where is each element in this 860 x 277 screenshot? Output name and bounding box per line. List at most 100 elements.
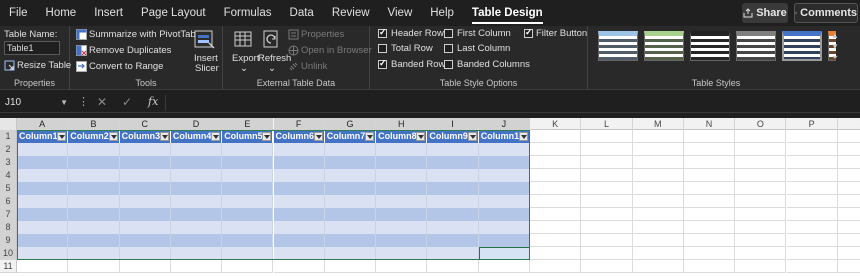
- cell[interactable]: [683, 156, 736, 169]
- table-cell[interactable]: [68, 221, 120, 234]
- cell[interactable]: [786, 156, 838, 169]
- cell[interactable]: [786, 169, 838, 182]
- cancel-icon[interactable]: ✕: [97, 95, 107, 109]
- table-cell[interactable]: [376, 143, 428, 156]
- table-name-input[interactable]: Table1: [4, 41, 60, 55]
- gallery-scroll[interactable]: ▲ ▼ ⏷: [830, 30, 840, 63]
- table-cell[interactable]: [376, 247, 428, 260]
- table-cell[interactable]: [478, 221, 530, 234]
- column-header[interactable]: A: [17, 118, 69, 130]
- row-header[interactable]: 5: [0, 182, 17, 195]
- cell[interactable]: [376, 260, 428, 273]
- row-header[interactable]: 4: [0, 169, 17, 182]
- cell[interactable]: [581, 260, 633, 273]
- table-header-cell[interactable]: Column4: [170, 130, 223, 143]
- cell[interactable]: [683, 247, 736, 260]
- table-cell[interactable]: [222, 143, 274, 156]
- table-cell[interactable]: [376, 221, 428, 234]
- tab-insert[interactable]: Insert: [85, 0, 132, 26]
- table-header-cell[interactable]: Column5: [222, 130, 274, 143]
- cell[interactable]: [530, 208, 582, 221]
- column-header[interactable]: D: [170, 118, 223, 130]
- cell[interactable]: [837, 169, 860, 182]
- cell[interactable]: [581, 182, 633, 195]
- table-cell[interactable]: [427, 143, 479, 156]
- table-cell[interactable]: [222, 247, 274, 260]
- cell[interactable]: [273, 260, 325, 273]
- cell[interactable]: [735, 130, 787, 143]
- table-cell[interactable]: [324, 169, 377, 182]
- column-header[interactable]: J: [478, 118, 530, 130]
- column-header[interactable]: M: [633, 118, 684, 130]
- table-cell[interactable]: [17, 143, 69, 156]
- cell[interactable]: [837, 195, 860, 208]
- table-cell[interactable]: [324, 195, 377, 208]
- filter-dropdown-icon[interactable]: [467, 132, 477, 141]
- cell[interactable]: [837, 221, 860, 234]
- comments-button[interactable]: Comments: [794, 3, 858, 23]
- enter-icon[interactable]: ✓: [122, 95, 132, 109]
- table-cell[interactable]: [17, 169, 69, 182]
- cell[interactable]: [735, 195, 787, 208]
- cell[interactable]: [786, 195, 838, 208]
- column-header[interactable]: F: [273, 118, 325, 130]
- filter-dropdown-icon[interactable]: [57, 132, 67, 141]
- table-cell[interactable]: [478, 156, 530, 169]
- row-header[interactable]: 2: [0, 143, 17, 156]
- table-cell[interactable]: [324, 221, 377, 234]
- table-cell[interactable]: [222, 169, 274, 182]
- table-cell[interactable]: [427, 234, 479, 247]
- cell[interactable]: [735, 247, 787, 260]
- table-cell[interactable]: [170, 182, 223, 195]
- table-cell[interactable]: [324, 182, 377, 195]
- cell[interactable]: [735, 143, 787, 156]
- filter-dropdown-icon[interactable]: [416, 132, 426, 141]
- table-cell[interactable]: [478, 143, 530, 156]
- cell[interactable]: [632, 208, 684, 221]
- table-cell[interactable]: [170, 234, 223, 247]
- filter-dropdown-icon[interactable]: [365, 132, 375, 141]
- cell[interactable]: [581, 247, 633, 260]
- cell[interactable]: [632, 169, 684, 182]
- table-cell[interactable]: [170, 247, 223, 260]
- table-cell[interactable]: [68, 182, 120, 195]
- tab-file[interactable]: File: [0, 0, 37, 26]
- cell[interactable]: [478, 260, 530, 273]
- table-cell[interactable]: [427, 169, 479, 182]
- table-cell[interactable]: [68, 169, 120, 182]
- tab-page-layout[interactable]: Page Layout: [132, 0, 215, 26]
- cell[interactable]: [837, 130, 860, 143]
- table-cell[interactable]: [273, 195, 325, 208]
- table-cell[interactable]: [324, 234, 377, 247]
- properties-button[interactable]: Properties: [288, 29, 344, 40]
- table-cell[interactable]: [68, 247, 120, 260]
- tab-view[interactable]: View: [379, 0, 422, 26]
- cell[interactable]: [581, 143, 633, 156]
- cell[interactable]: [222, 260, 274, 273]
- table-cell[interactable]: [427, 247, 479, 260]
- cell[interactable]: [837, 234, 860, 247]
- table-header-cell[interactable]: Column3: [119, 130, 171, 143]
- table-cell[interactable]: [324, 247, 377, 260]
- filter-button-checkbox[interactable]: [524, 27, 533, 38]
- table-cell[interactable]: [222, 221, 274, 234]
- row-header[interactable]: 11: [0, 260, 17, 273]
- table-cell[interactable]: [273, 221, 325, 234]
- cell[interactable]: [17, 260, 69, 273]
- table-cell[interactable]: [273, 182, 325, 195]
- table-cell[interactable]: [324, 208, 377, 221]
- column-header[interactable]: C: [119, 118, 171, 130]
- cell[interactable]: [735, 182, 787, 195]
- cell[interactable]: [683, 221, 736, 234]
- cell[interactable]: [632, 195, 684, 208]
- cell[interactable]: [530, 156, 582, 169]
- table-cell[interactable]: [376, 156, 428, 169]
- cell[interactable]: [581, 156, 633, 169]
- row-header[interactable]: 10: [0, 247, 17, 260]
- table-cell[interactable]: [222, 182, 274, 195]
- cell[interactable]: [632, 130, 684, 143]
- table-header-cell[interactable]: Column2: [68, 130, 120, 143]
- cell[interactable]: [530, 221, 582, 234]
- table-cell[interactable]: [119, 143, 171, 156]
- table-cell[interactable]: [273, 208, 325, 221]
